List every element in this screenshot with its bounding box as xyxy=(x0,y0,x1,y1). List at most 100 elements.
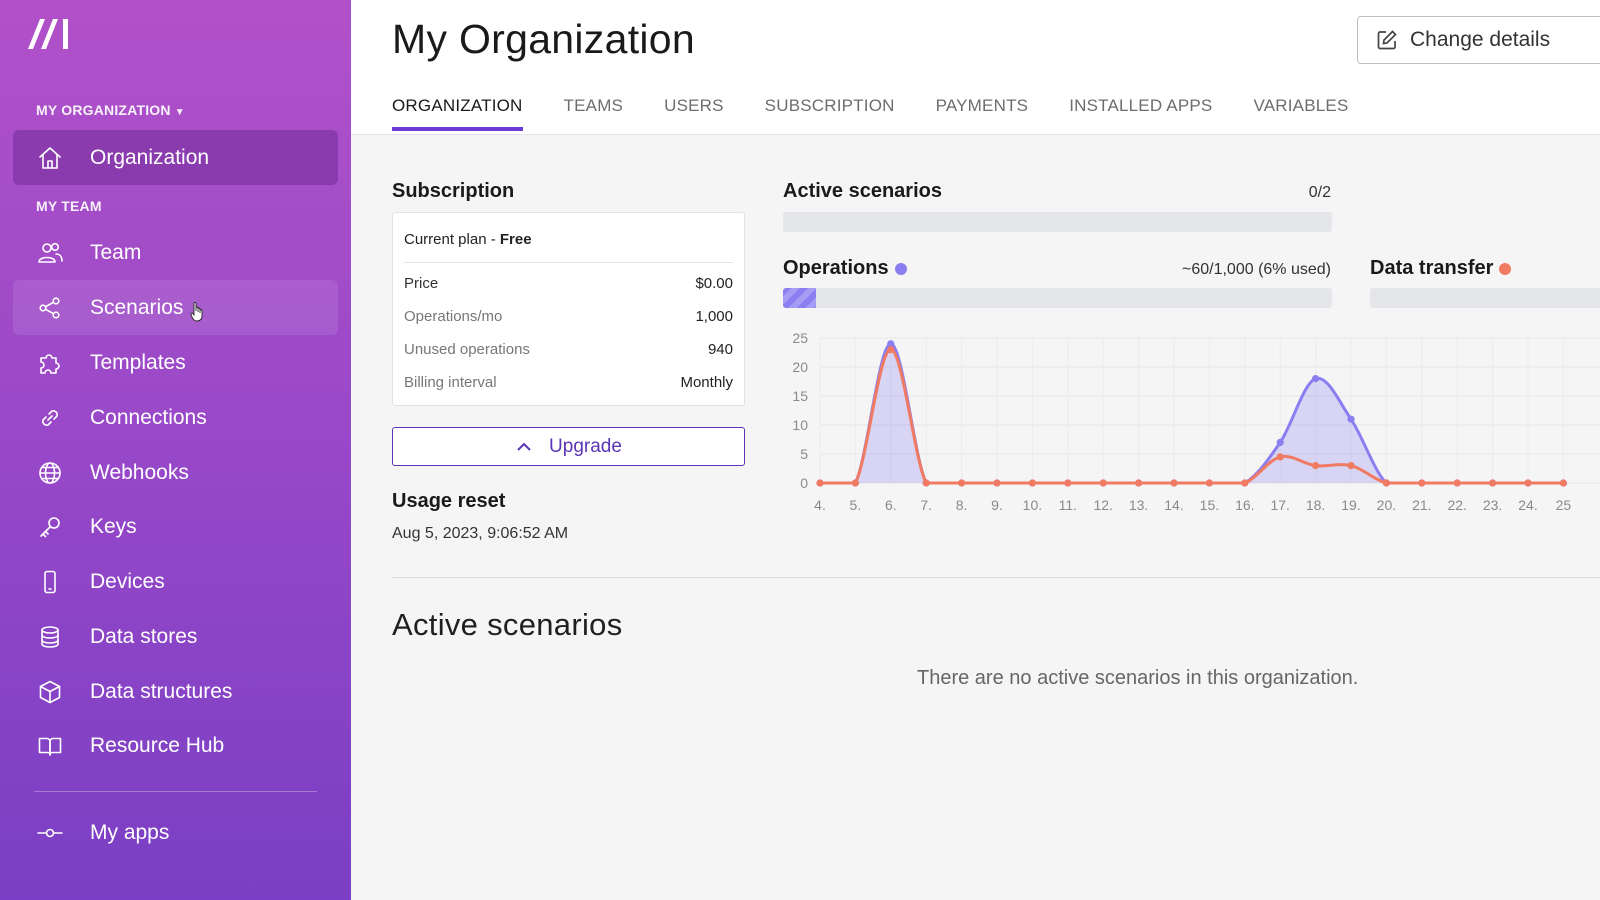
sidebar-item-keys[interactable]: Keys xyxy=(13,499,338,554)
active-scenarios-value: 0/2 xyxy=(1308,184,1331,201)
sidebar-item-label: Organization xyxy=(90,145,210,169)
plan-row-value: 940 xyxy=(707,341,733,358)
upgrade-button[interactable]: Upgrade xyxy=(392,427,745,466)
chart-point-data-transfer xyxy=(851,479,859,487)
chart-x-tick-label: 21. xyxy=(1412,497,1431,513)
cube-icon xyxy=(35,677,65,707)
sidebar-item-connections[interactable]: Connections xyxy=(13,390,338,445)
sidebar-item-templates[interactable]: Templates xyxy=(13,335,338,390)
chart-x-tick-label: 4. xyxy=(814,497,826,513)
chart-point-data-transfer xyxy=(1099,479,1107,487)
plan-row-price: Price $0.00 xyxy=(404,275,733,295)
chart-point-data-transfer xyxy=(1241,479,1249,487)
plan-separator xyxy=(404,262,733,263)
chart-point-data-transfer xyxy=(1064,479,1072,487)
sidebar-item-label: Webhooks xyxy=(90,460,189,484)
operations-metric-title: Operations xyxy=(783,257,907,280)
chart-point-data-transfer xyxy=(1524,479,1532,487)
chart-point-data-transfer xyxy=(1382,479,1390,487)
section-divider xyxy=(392,577,1600,578)
sidebar-item-label: Connections xyxy=(90,405,207,429)
sidebar: MY ORGANIZATION ▼ Organization MY TEAM Te… xyxy=(0,0,351,900)
sidebar-item-devices[interactable]: Devices xyxy=(13,554,338,609)
chart-x-tick-label: 16. xyxy=(1235,497,1254,513)
database-icon xyxy=(35,622,65,652)
plan-row-value: $0.00 xyxy=(695,275,733,292)
sidebar-item-label: My apps xyxy=(90,820,170,844)
upgrade-label: Upgrade xyxy=(549,435,622,457)
tab-payments[interactable]: PAYMENTS xyxy=(936,96,1029,135)
operations-bar xyxy=(783,288,1332,308)
data-transfer-bar xyxy=(1370,288,1600,308)
sidebar-item-scenarios[interactable]: Scenarios xyxy=(13,280,338,335)
tab-teams[interactable]: TEAMS xyxy=(564,96,624,135)
chart-x-tick-label: 19. xyxy=(1341,497,1360,513)
sidebar-item-label: Scenarios xyxy=(90,295,184,319)
sidebar-item-label: Data structures xyxy=(90,679,233,703)
sidebar-divider xyxy=(34,791,317,792)
chart-point-data-transfer xyxy=(922,479,930,487)
chart-point-data-transfer xyxy=(1170,479,1178,487)
page-title: My Organization xyxy=(392,16,696,62)
users-icon xyxy=(35,238,65,268)
tab-variables[interactable]: VARIABLES xyxy=(1253,96,1348,135)
subscription-title: Subscription xyxy=(392,180,515,202)
sidebar-item-organization[interactable]: Organization xyxy=(13,130,338,185)
chart-y-tick-label: 15 xyxy=(792,388,808,404)
chart-x-tick-label: 23. xyxy=(1483,497,1502,513)
tab-subscription[interactable]: SUBSCRIPTION xyxy=(765,96,895,135)
make-logo[interactable] xyxy=(26,16,74,50)
chart-point-data-transfer xyxy=(1312,462,1320,470)
active-scenarios-section-title: Active scenarios xyxy=(392,607,623,642)
share-nodes-icon xyxy=(35,293,65,323)
chart-x-tick-label: 8. xyxy=(956,497,968,513)
change-details-button[interactable]: Change details xyxy=(1357,16,1600,64)
chart-point-data-transfer xyxy=(1453,479,1461,487)
main-content: My Organization Change details ORGANIZAT… xyxy=(351,0,1600,900)
chart-point-data-transfer xyxy=(1418,479,1426,487)
sidebar-item-webhooks[interactable]: Webhooks xyxy=(13,445,338,500)
operations-legend-dot xyxy=(894,262,907,275)
sidebar-item-label: Keys xyxy=(90,514,137,538)
chevron-up-icon xyxy=(517,442,531,451)
tab-installed-apps[interactable]: INSTALLED APPS xyxy=(1069,96,1212,135)
usage-reset-date: Aug 5, 2023, 9:06:52 AM xyxy=(392,525,569,542)
chart-point-operations xyxy=(1276,438,1284,446)
chart-x-tick-label: 13. xyxy=(1129,497,1148,513)
chart-point-data-transfer xyxy=(993,479,1001,487)
chart-point-data-transfer xyxy=(1135,479,1143,487)
chart-line-operations xyxy=(819,342,1564,485)
plan-row-key: Operations/mo xyxy=(404,308,503,325)
key-icon xyxy=(35,512,65,542)
chart-x-tick-label: 22. xyxy=(1447,497,1466,513)
chart-point-data-transfer xyxy=(1347,462,1355,470)
chart-point-data-transfer xyxy=(1559,479,1567,487)
chart-area-operations xyxy=(820,343,1564,483)
data-transfer-legend-dot xyxy=(1499,262,1512,275)
sidebar-item-data-structures[interactable]: Data structures xyxy=(13,664,338,719)
chart-x-tick-label: 18. xyxy=(1306,497,1325,513)
sidebar-item-resource-hub[interactable]: Resource Hub xyxy=(13,718,338,773)
chart-point-data-transfer xyxy=(887,346,895,354)
org-switcher-label: MY ORGANIZATION xyxy=(36,102,171,118)
sidebar-item-data-stores[interactable]: Data stores xyxy=(13,609,338,664)
sidebar-item-team[interactable]: Team xyxy=(13,225,338,280)
chart-x-tick-label: 12. xyxy=(1093,497,1112,513)
chart-x-tick-label: 9. xyxy=(991,497,1003,513)
globe-icon xyxy=(35,458,65,488)
org-switcher[interactable]: MY ORGANIZATION ▼ xyxy=(36,102,185,118)
chart-point-data-transfer xyxy=(816,479,824,487)
plan-row-value: Monthly xyxy=(680,374,733,391)
data-transfer-metric-title: Data transfer xyxy=(1370,257,1512,280)
mouse-pointer-hand-icon xyxy=(190,302,203,322)
chart-y-tick-label: 5 xyxy=(800,446,808,462)
chart-x-tick-label: 15. xyxy=(1200,497,1219,513)
link-icon xyxy=(35,403,65,433)
plan-row-unused: Unused operations 940 xyxy=(404,341,733,361)
tab-users[interactable]: USERS xyxy=(664,96,724,135)
plan-row-key: Price xyxy=(404,275,439,292)
tab-organization[interactable]: ORGANIZATION xyxy=(392,96,523,135)
caret-down-icon: ▼ xyxy=(174,107,185,118)
chart-x-tick-label: 5. xyxy=(850,497,862,513)
sidebar-item-my-apps[interactable]: My apps xyxy=(13,805,338,860)
